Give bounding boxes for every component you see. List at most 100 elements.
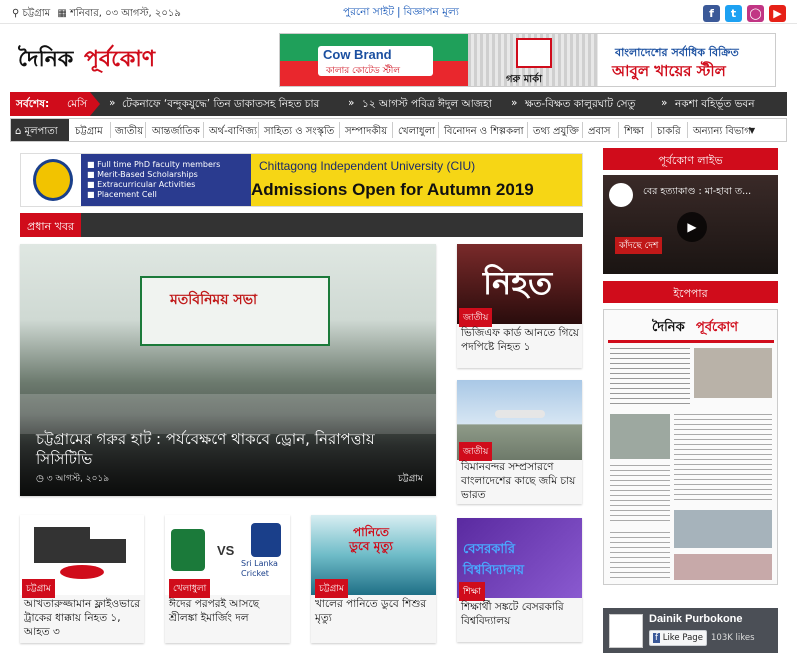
slc-logo: [251, 523, 281, 557]
nav-divider: [651, 122, 652, 138]
fb-page-avatar: [609, 614, 643, 648]
breaking-news-ticker: সর্বশেষ: মেসি » টেকনাফে ‘বন্দুকযুদ্ধে’ ত…: [10, 92, 787, 116]
top-links: পুরনো সাইট | বিজ্ঞাপন মূল্য: [343, 5, 459, 22]
facebook-page-widget: Dainik Purbokone f Like Page 103K likes: [603, 608, 778, 653]
nav-item[interactable]: চট্টগ্রাম: [75, 124, 103, 141]
nav-item[interactable]: জাতীয়: [115, 124, 143, 141]
ciu-logo: [33, 159, 73, 201]
ticker-item[interactable]: টেকনাফে ‘বন্দুকযুদ্ধে’ তিন ডাকাতসহ নিহত …: [122, 97, 319, 114]
nav-item[interactable]: আন্তর্জাতিক: [152, 124, 200, 141]
nav-divider: [687, 122, 688, 138]
category-badge[interactable]: খেলাধুলা: [169, 579, 211, 598]
side-story-card[interactable]: বেসরকারি বিশ্ববিদ্যালয় শিক্ষা শিক্ষার্থ…: [457, 518, 582, 642]
twitter-icon[interactable]: t: [725, 5, 742, 22]
date-text: শনিবার, ০৩ আগস্ট, ২০১৯: [70, 8, 181, 19]
facebook-icon[interactable]: f: [703, 5, 720, 22]
fb-like-label: Like Page: [662, 633, 703, 643]
side-story-card[interactable]: নিহত জাতীয় ভিজিএফ কার্ড আনতে গিয়ে পদপি…: [457, 244, 582, 368]
fb-like-button[interactable]: f Like Page: [649, 630, 707, 646]
ciu-title: Chittagong Independent University (CIU): [259, 159, 476, 173]
map-pin-icon: ⚲: [12, 8, 20, 19]
nav-home-label: মূলপাতা: [24, 126, 58, 137]
site-logo[interactable]: দৈনিক পূর্বকোণ: [18, 38, 168, 78]
nav-divider: [618, 122, 619, 138]
ciu-admission-ad[interactable]: ■ Full time PhD faculty members ■ Merit-…: [20, 153, 583, 207]
lead-title[interactable]: চট্টগ্রামের গরুর হাট : পর্যবেক্ষণে থাকবে…: [36, 429, 426, 469]
live-video-player[interactable]: বের হত্যাকাণ্ড : মা-হাবা ত... কাঁদছে দেশ…: [603, 175, 778, 274]
news-card[interactable]: VS Sri Lanka Cricket খেলাধুলা ঈদের পরপরই…: [165, 515, 290, 643]
ticker-item[interactable]: ক্ষত-বিক্ষত কালুরঘাট সেতু: [525, 97, 635, 114]
nav-item[interactable]: চাকরি: [657, 124, 681, 141]
lead-story[interactable]: মতবিনিময় সভা চট্টগ্রামের গরুর হাট : পর্…: [20, 244, 436, 496]
old-site-link[interactable]: পুরনো সাইট: [343, 6, 394, 18]
calendar-icon: ▦: [57, 8, 67, 19]
news-card-title[interactable]: ঈদের পরপরই আসছে শ্রীলঙ্কা ইমার্জিং দল: [169, 597, 287, 625]
nav-divider: [203, 122, 204, 138]
nav-item[interactable]: বিনোদন ও শিল্পকলা: [444, 124, 524, 141]
ticker-item[interactable]: নকশা বহির্ভূত ভবন: [675, 97, 755, 114]
nav-item[interactable]: খেলাধুলা: [398, 124, 435, 141]
nav-item[interactable]: সাহিত্য ও সংস্কৃতি: [264, 124, 334, 141]
video-title: বের হত্যাকাণ্ড : মা-হাবা ত...: [643, 186, 752, 197]
logo-text-dainik: দৈনিক: [18, 46, 74, 72]
nav-item[interactable]: সম্পাদকীয়: [345, 124, 387, 141]
news-card-image-text: পানিতে ডুবে মৃত্যু: [349, 525, 393, 553]
nav-item[interactable]: প্রবাস: [588, 124, 611, 141]
instagram-icon[interactable]: ◯: [747, 5, 764, 22]
side-story-title[interactable]: বিমানবন্দর সম্প্রসারণে বাংলাদেশের কাছে জ…: [461, 460, 579, 502]
nav-item[interactable]: অর্থ-বাণিজ্য: [209, 124, 257, 141]
location-text: চট্টগ্রাম: [22, 8, 51, 19]
nav-item[interactable]: শিক্ষা: [624, 124, 644, 141]
ciu-subtitle: Admissions Open for Autumn 2019: [251, 180, 534, 199]
news-card-title[interactable]: খালের পানিতে ডুবে শিশুর মৃত্যু: [315, 597, 433, 625]
truck-icon: [34, 527, 90, 563]
side-story-image-text: নিহত: [483, 264, 553, 302]
side-story-card[interactable]: জাতীয় বিমানবন্দর সম্প্রসারণে বাংলাদেশের…: [457, 380, 582, 504]
youtube-icon[interactable]: ▶: [769, 5, 786, 22]
category-badge[interactable]: জাতীয়: [459, 442, 493, 461]
nav-divider: [258, 122, 259, 138]
ad-rates-link[interactable]: বিজ্ঞাপন মূল্য: [403, 6, 458, 18]
airplane-icon: [495, 410, 545, 418]
nav-divider: [438, 122, 439, 138]
ad-mark: গরু মার্কা: [506, 74, 543, 85]
divider: |: [396, 6, 401, 18]
vs-text: VS: [217, 543, 235, 558]
play-button-icon[interactable]: ▶: [677, 212, 707, 242]
channel-logo: [609, 183, 633, 207]
ad-brand: Cow Brand: [323, 47, 392, 62]
news-card[interactable]: পানিতে ডুবে মৃত্যু চট্টগ্রাম খালের পানিত…: [311, 515, 436, 643]
fb-page-name[interactable]: Dainik Purbokone: [649, 613, 743, 625]
nav-item[interactable]: তথ্য প্রযুক্তি: [533, 124, 579, 141]
side-story-title[interactable]: ভিজিএফ কার্ড আনতে গিয়ে পদপিষ্টে নিহত ১: [461, 326, 579, 354]
ad-brand-sub: কালার কোটেড স্টীল: [326, 66, 401, 76]
location-date: ⚲ চট্টগ্রাম ▦ শনিবার, ০৩ আগস্ট, ২০১৯: [12, 6, 181, 23]
ad-headline-2: আবুল খায়ের স্টীল: [612, 62, 726, 80]
category-badge[interactable]: শিক্ষা: [459, 582, 485, 601]
ticker-item[interactable]: মেসি: [67, 97, 87, 114]
video-caption: কাঁদছে দেশ: [615, 237, 663, 254]
ticker-item[interactable]: ১২ আগস্ট পবিত্র ঈদুল আজহা: [362, 97, 492, 114]
category-badge[interactable]: চট্টগ্রাম: [22, 579, 55, 598]
top-banner-ad[interactable]: Cow Brand কালার কোটেড স্টীল গরু মার্কা ব…: [279, 33, 776, 87]
category-badge[interactable]: জাতীয়: [459, 308, 493, 327]
news-card[interactable]: চট্টগ্রাম আখতারুজ্জামান ফ্লাইওভারে ট্রাক…: [20, 515, 144, 643]
nav-divider: [110, 122, 111, 138]
epaper-section-header: ইপেপার: [603, 281, 778, 303]
epaper-preview[interactable]: দৈনিক পূর্বকোণ: [603, 309, 778, 585]
news-card-title[interactable]: আখতারুজ্জামান ফ্লাইওভারে ট্রাকের ধাক্কায…: [24, 597, 142, 639]
bcb-logo: [171, 529, 205, 571]
category-badge[interactable]: চট্টগ্রাম: [315, 579, 348, 598]
nav-item-more[interactable]: অন্যান্য বিভাগ: [693, 124, 751, 141]
section-header-main-news: প্রধান খবর: [20, 213, 583, 237]
lead-category[interactable]: চট্টগ্রাম: [398, 471, 423, 486]
epaper-logo-1: দৈনিক: [652, 320, 685, 335]
clock-icon: ◷: [36, 474, 44, 484]
live-section-header: পূর্বকোণ লাইভ: [603, 148, 778, 170]
side-story-title[interactable]: শিক্ষার্থী সঙ্কটে বেসরকারি বিশ্ববিদ্যালয…: [461, 600, 579, 628]
epaper-logo-2: পূর্বকোণ: [696, 320, 739, 335]
nav-home[interactable]: ⌂ মূলপাতা: [11, 119, 69, 141]
slc-text: Sri Lanka Cricket: [241, 559, 278, 578]
nav-divider: [145, 122, 146, 138]
fb-like-icon: f: [653, 633, 660, 643]
